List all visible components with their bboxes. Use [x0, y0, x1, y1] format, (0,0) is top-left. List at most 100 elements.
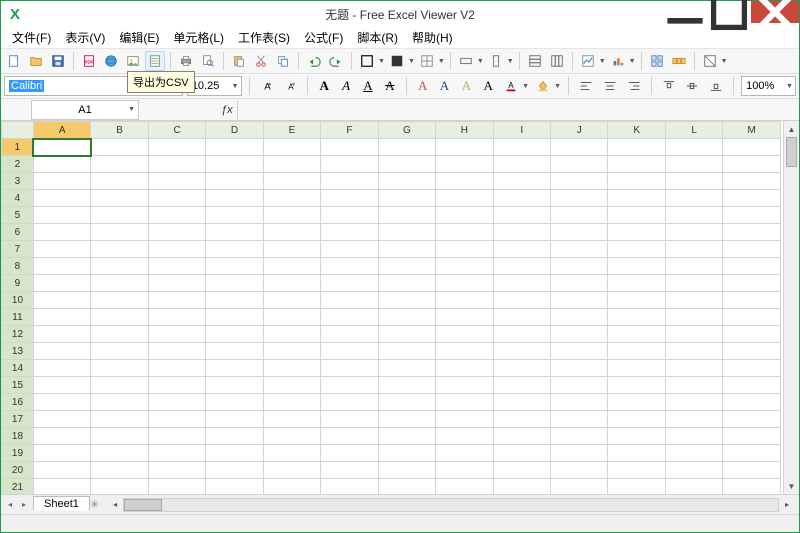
- cell-F15[interactable]: [321, 377, 378, 394]
- cell-H5[interactable]: [436, 207, 493, 224]
- cell-H6[interactable]: [436, 224, 493, 241]
- cell-G17[interactable]: [378, 411, 435, 428]
- cell-G5[interactable]: [378, 207, 435, 224]
- col-header-E[interactable]: E: [263, 122, 320, 139]
- row-header-4[interactable]: 4: [2, 190, 34, 207]
- font-shrink-icon[interactable]: A: [280, 76, 300, 96]
- col-header-J[interactable]: J: [551, 122, 608, 139]
- valign-middle-icon[interactable]: [682, 76, 702, 96]
- redo-icon[interactable]: [326, 51, 346, 71]
- row-header-10[interactable]: 10: [2, 292, 34, 309]
- cell-I6[interactable]: [493, 224, 550, 241]
- row-header-14[interactable]: 14: [2, 360, 34, 377]
- cell-C5[interactable]: [148, 207, 205, 224]
- cell-L13[interactable]: [665, 343, 722, 360]
- cell-D6[interactable]: [206, 224, 263, 241]
- export-csv-icon[interactable]: [145, 51, 165, 71]
- cell-H13[interactable]: [436, 343, 493, 360]
- cell-M1[interactable]: [723, 139, 781, 156]
- cell-M2[interactable]: [723, 156, 781, 173]
- cell-G16[interactable]: [378, 394, 435, 411]
- col-header-G[interactable]: G: [378, 122, 435, 139]
- cell-F2[interactable]: [321, 156, 378, 173]
- cell-D5[interactable]: [206, 207, 263, 224]
- cell-F3[interactable]: [321, 173, 378, 190]
- scroll-down-icon[interactable]: ▼: [784, 478, 799, 494]
- cell-B1[interactable]: [91, 139, 148, 156]
- undo-icon[interactable]: [304, 51, 324, 71]
- cell-C14[interactable]: [148, 360, 205, 377]
- cell-E15[interactable]: [263, 377, 320, 394]
- name-box[interactable]: A1▼: [31, 100, 139, 120]
- cell-I11[interactable]: [493, 309, 550, 326]
- cell-L12[interactable]: [665, 326, 722, 343]
- cell-F1[interactable]: [321, 139, 378, 156]
- cell-I12[interactable]: [493, 326, 550, 343]
- cell-I10[interactable]: [493, 292, 550, 309]
- cell-L10[interactable]: [665, 292, 722, 309]
- cell-I2[interactable]: [493, 156, 550, 173]
- cut-icon[interactable]: [251, 51, 271, 71]
- maximize-button[interactable]: [707, 1, 751, 23]
- chart-line-dropdown[interactable]: ▼: [578, 51, 606, 71]
- cell-B9[interactable]: [91, 275, 148, 292]
- cell-E5[interactable]: [263, 207, 320, 224]
- cell-J7[interactable]: [551, 241, 608, 258]
- cell-E1[interactable]: [263, 139, 320, 156]
- cell-L14[interactable]: [665, 360, 722, 377]
- cell-H14[interactable]: [436, 360, 493, 377]
- cell-G9[interactable]: [378, 275, 435, 292]
- bold-button[interactable]: A: [315, 77, 333, 95]
- cell-J21[interactable]: [551, 479, 608, 495]
- cell-C16[interactable]: [148, 394, 205, 411]
- cell-C13[interactable]: [148, 343, 205, 360]
- cell-K15[interactable]: [608, 377, 665, 394]
- print-icon[interactable]: [176, 51, 196, 71]
- cell-B5[interactable]: [91, 207, 148, 224]
- zoom-combo[interactable]: 100%▼: [741, 76, 796, 96]
- cell-E20[interactable]: [263, 462, 320, 479]
- cell-C11[interactable]: [148, 309, 205, 326]
- cell-H9[interactable]: [436, 275, 493, 292]
- cell-G11[interactable]: [378, 309, 435, 326]
- cell-K2[interactable]: [608, 156, 665, 173]
- fill-dropdown[interactable]: ▼: [387, 51, 415, 71]
- cell-I8[interactable]: [493, 258, 550, 275]
- cell-K3[interactable]: [608, 173, 665, 190]
- cell-F4[interactable]: [321, 190, 378, 207]
- cell-I14[interactable]: [493, 360, 550, 377]
- cell-C12[interactable]: [148, 326, 205, 343]
- cell-E18[interactable]: [263, 428, 320, 445]
- cell-J6[interactable]: [551, 224, 608, 241]
- cell-F7[interactable]: [321, 241, 378, 258]
- cell-J4[interactable]: [551, 190, 608, 207]
- cell-H4[interactable]: [436, 190, 493, 207]
- font-color-dropdown[interactable]: A▼: [501, 76, 529, 96]
- menu-script[interactable]: 脚本(R): [350, 27, 405, 48]
- cell-J19[interactable]: [551, 445, 608, 462]
- cell-B12[interactable]: [91, 326, 148, 343]
- cell-J14[interactable]: [551, 360, 608, 377]
- cell-L21[interactable]: [665, 479, 722, 495]
- hscroll-track[interactable]: [123, 498, 779, 512]
- cell-M4[interactable]: [723, 190, 781, 207]
- sheet-tab[interactable]: Sheet1: [33, 496, 90, 511]
- menu-sheet[interactable]: 工作表(S): [231, 27, 297, 48]
- export-html-icon[interactable]: [101, 51, 121, 71]
- group-icon[interactable]: [647, 51, 667, 71]
- cell-G8[interactable]: [378, 258, 435, 275]
- cell-L16[interactable]: [665, 394, 722, 411]
- cell-D16[interactable]: [206, 394, 263, 411]
- cell-G15[interactable]: [378, 377, 435, 394]
- cell-G14[interactable]: [378, 360, 435, 377]
- cell-K17[interactable]: [608, 411, 665, 428]
- font-grow-icon[interactable]: A: [257, 76, 277, 96]
- cell-B13[interactable]: [91, 343, 148, 360]
- cell-B19[interactable]: [91, 445, 148, 462]
- cell-B15[interactable]: [91, 377, 148, 394]
- cell-G1[interactable]: [378, 139, 435, 156]
- cell-L8[interactable]: [665, 258, 722, 275]
- borders-grid-dropdown[interactable]: ▼: [417, 51, 445, 71]
- cell-F17[interactable]: [321, 411, 378, 428]
- cell-F14[interactable]: [321, 360, 378, 377]
